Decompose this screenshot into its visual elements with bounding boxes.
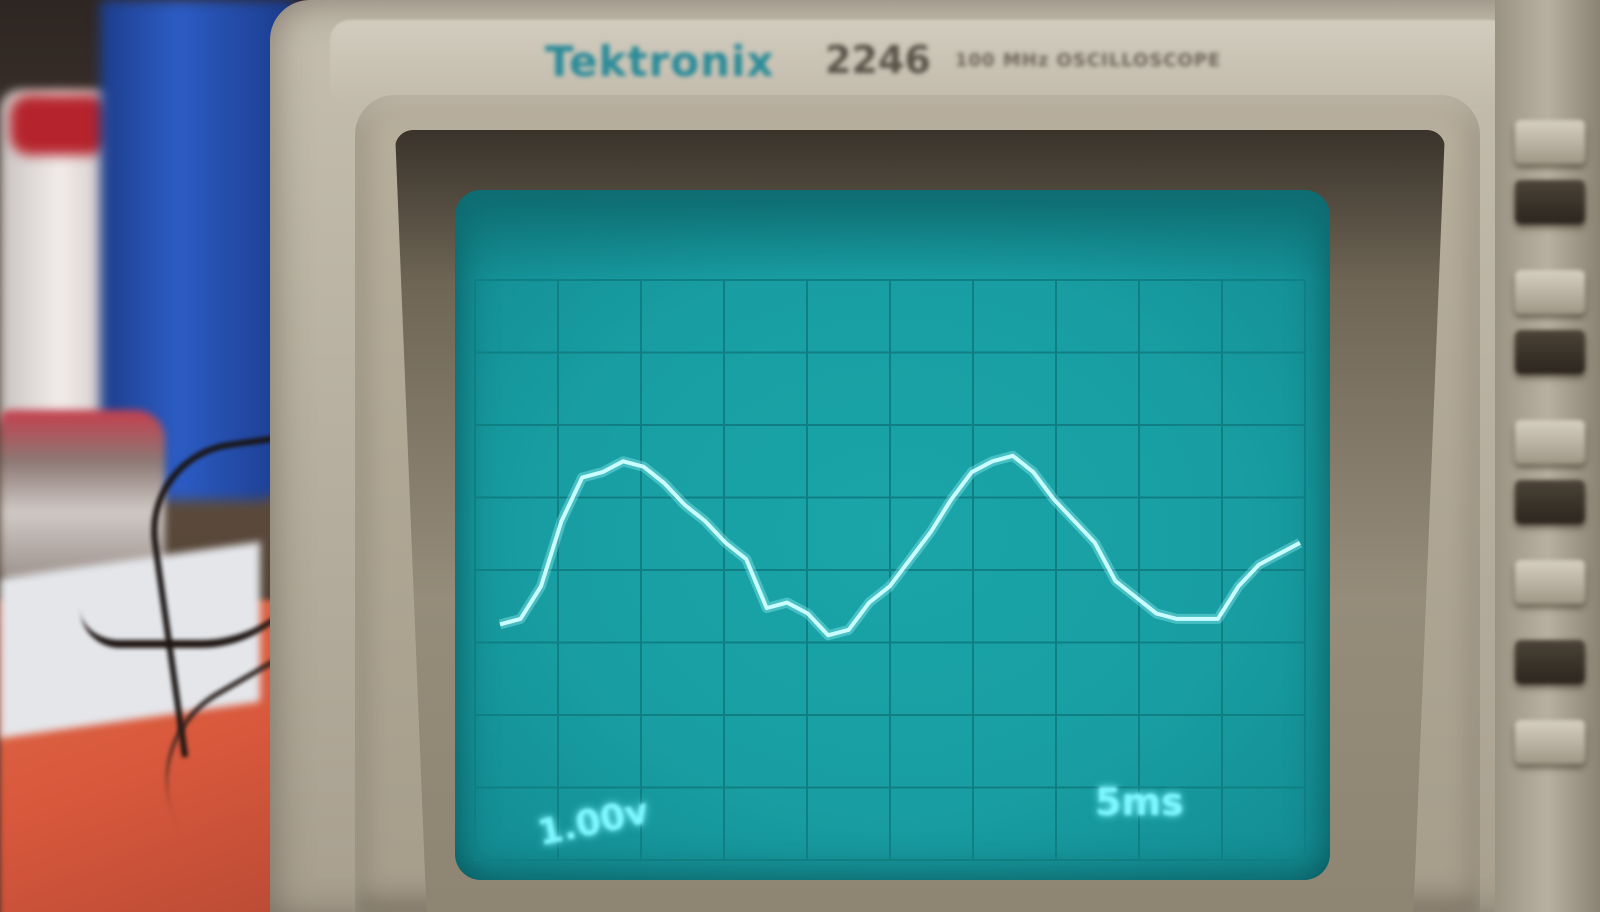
readout-time-per-div: 5ms xyxy=(1095,780,1184,824)
control-button[interactable] xyxy=(1515,480,1585,524)
control-button[interactable] xyxy=(1515,560,1585,604)
trace-glow xyxy=(498,450,1303,641)
control-button[interactable] xyxy=(1515,270,1585,314)
control-button[interactable] xyxy=(1515,720,1585,764)
photo-scene: Tektronix 2246 100 MHz OSCILLOSCOPE 1.00… xyxy=(0,0,1600,912)
control-button[interactable] xyxy=(1515,180,1585,224)
control-button[interactable] xyxy=(1515,640,1585,684)
model-description: 100 MHz OSCILLOSCOPE xyxy=(955,50,1222,71)
crt-screen: 1.00v 5ms xyxy=(455,190,1330,880)
brand-logo: Tektronix xyxy=(545,37,775,86)
waveform-trace xyxy=(499,453,1301,638)
control-button[interactable] xyxy=(1515,120,1585,164)
control-button[interactable] xyxy=(1515,420,1585,464)
graticule-and-trace xyxy=(474,279,1306,861)
bottle-label xyxy=(10,95,110,155)
model-number: 2246 xyxy=(825,38,931,82)
control-button[interactable] xyxy=(1515,330,1585,374)
